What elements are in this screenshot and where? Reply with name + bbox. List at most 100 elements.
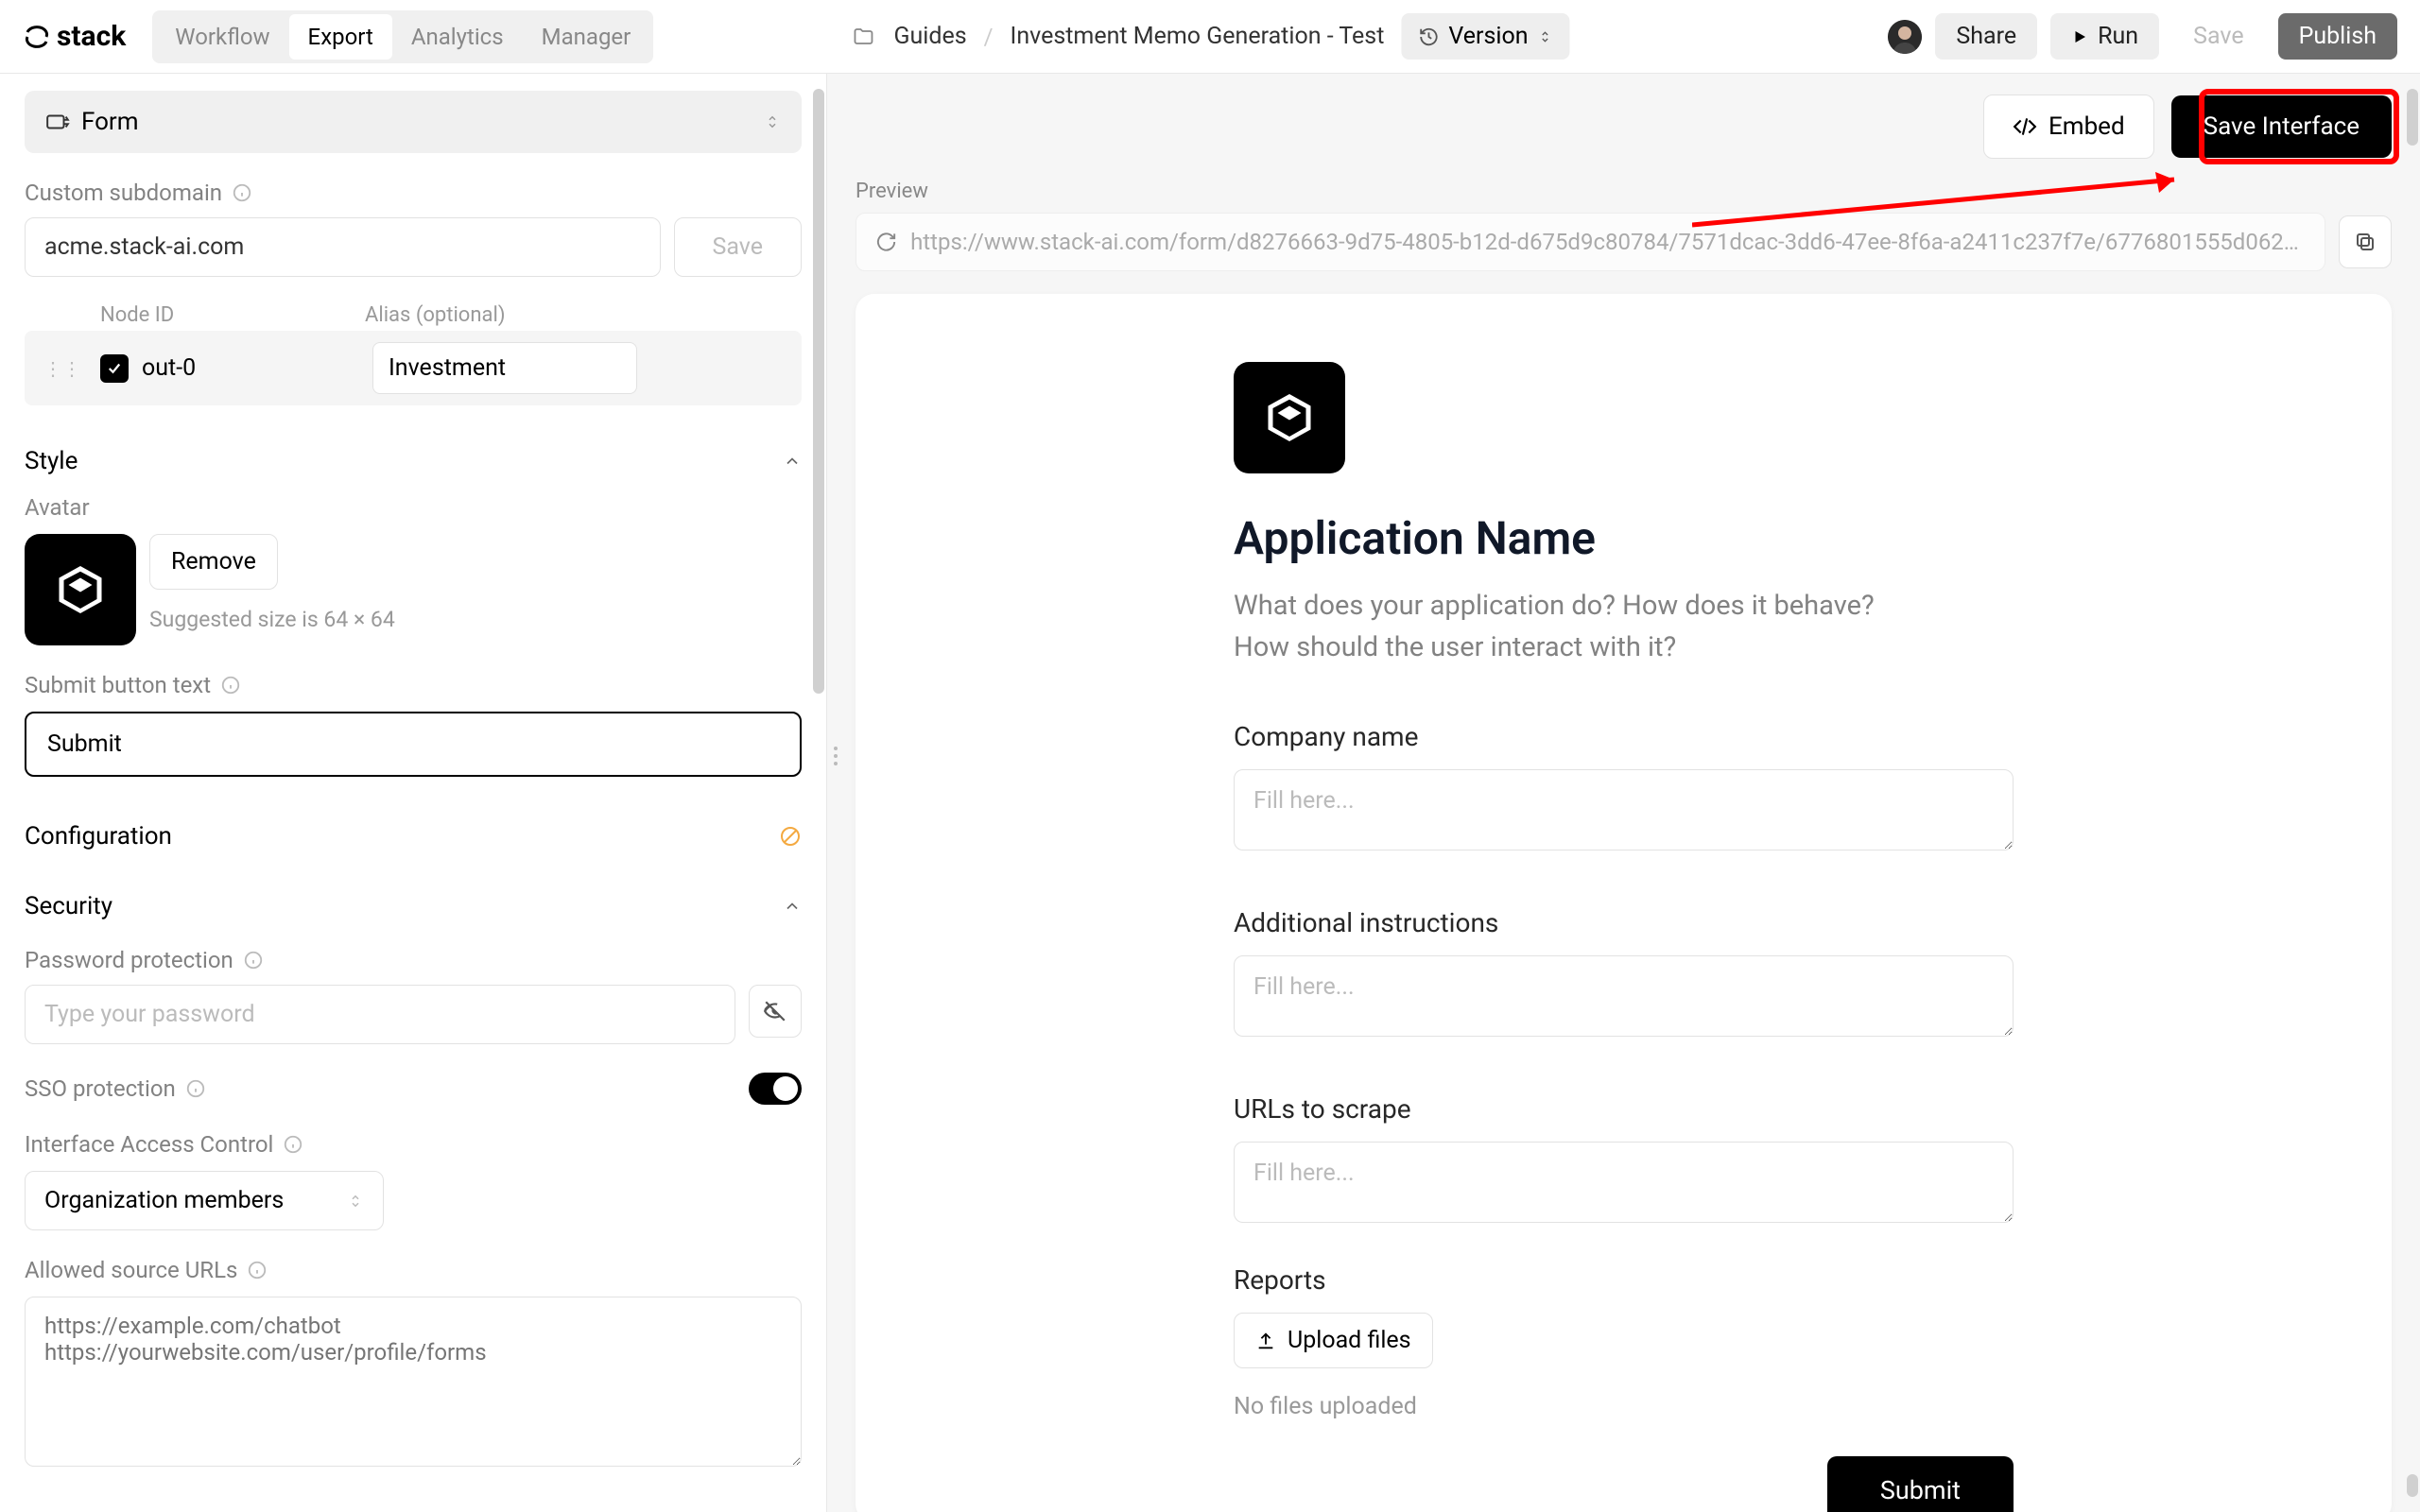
custom-subdomain-label: Custom subdomain (25, 180, 802, 206)
logo: stack (23, 20, 126, 53)
alias-input[interactable] (372, 342, 637, 394)
preview-url-bar: https://www.stack-ai.com/form/d8276663-9… (856, 213, 2325, 271)
folder-icon (850, 26, 876, 48)
info-icon (283, 1134, 303, 1155)
preview-url-text: https://www.stack-ai.com/form/d8276663-9… (910, 229, 2306, 255)
field-input-urls[interactable] (1234, 1142, 2014, 1223)
field-label-company: Company name (1234, 721, 2014, 752)
form-submit-button[interactable]: Submit (1827, 1456, 2014, 1512)
field-label-instructions: Additional instructions (1234, 907, 2014, 938)
field-input-instructions[interactable] (1234, 955, 2014, 1037)
chevron-updown-icon (764, 113, 781, 130)
form-type-select[interactable]: Form (25, 91, 802, 153)
password-input[interactable] (25, 985, 735, 1044)
form-select-label: Form (81, 108, 139, 136)
sso-row: SSO protection (25, 1073, 802, 1105)
copy-url-button[interactable] (2339, 215, 2392, 268)
action-bar: Embed Save Interface (827, 74, 2420, 180)
field-input-company[interactable] (1234, 769, 2014, 850)
configuration-label: Configuration (25, 822, 172, 850)
refresh-icon[interactable] (875, 231, 897, 253)
check-icon (106, 360, 123, 377)
run-button[interactable]: Run (2050, 13, 2159, 60)
chevron-up-icon (783, 452, 802, 471)
node-table-header: Node ID Alias (optional) (25, 296, 802, 331)
info-icon (185, 1078, 206, 1099)
avatar-hint: Suggested size is 64 × 64 (149, 607, 395, 632)
access-control-label: Interface Access Control (25, 1131, 802, 1158)
header-right: Share Run Save Publish (1888, 13, 2397, 60)
run-label: Run (2098, 23, 2138, 50)
breadcrumb: Guides / Investment Memo Generation - Te… (850, 13, 1569, 60)
save-interface-button[interactable]: Save Interface (2171, 95, 2392, 158)
logo-text: stack (57, 20, 126, 53)
node-checkbox[interactable] (100, 354, 129, 383)
subdomain-input[interactable] (25, 217, 661, 277)
preview-label: Preview (827, 180, 2420, 213)
style-section-header[interactable]: Style (25, 447, 802, 475)
subdomain-save-button[interactable]: Save (674, 217, 802, 277)
upload-label: Upload files (1288, 1327, 1411, 1354)
main-tabs: Workflow Export Analytics Manager (152, 10, 653, 63)
preview-title: Application Name (1234, 511, 2014, 565)
allowed-urls-textarea[interactable] (25, 1297, 802, 1467)
avatar-preview[interactable] (25, 534, 136, 645)
panel-splitter[interactable] (827, 737, 844, 775)
version-button[interactable]: Version (1401, 13, 1569, 60)
copy-icon (2354, 231, 2377, 253)
chevron-updown-icon (1538, 29, 1553, 44)
tab-manager[interactable]: Manager (523, 14, 650, 60)
save-button: Save (2172, 13, 2264, 60)
history-icon (1418, 26, 1439, 47)
submit-text-label: Submit button text (25, 672, 802, 698)
code-icon (2013, 114, 2037, 139)
cube-icon (1261, 389, 1318, 446)
breadcrumb-sep: / (984, 24, 994, 50)
access-control-value: Organization members (44, 1187, 284, 1214)
embed-button[interactable]: Embed (1983, 94, 2154, 159)
tab-workflow[interactable]: Workflow (156, 14, 288, 60)
user-avatar[interactable] (1888, 20, 1922, 54)
right-scrollbar[interactable] (2405, 89, 2418, 1497)
field-label-urls: URLs to scrape (1234, 1093, 2014, 1125)
node-row: ⋮⋮ out-0 (25, 331, 802, 405)
breadcrumb-title[interactable]: Investment Memo Generation - Test (1011, 23, 1385, 50)
password-protection-label: Password protection (25, 947, 802, 973)
node-table: Node ID Alias (optional) ⋮⋮ out-0 (25, 296, 802, 405)
info-icon (220, 675, 241, 696)
preview-frame: Application Name What does your applicat… (856, 294, 2392, 1512)
reports-label: Reports (1234, 1264, 2014, 1296)
sidebar-scrollbar[interactable] (813, 89, 824, 1474)
avatar-label: Avatar (25, 494, 802, 521)
preview-avatar (1234, 362, 1345, 473)
breadcrumb-folder[interactable]: Guides (893, 23, 966, 50)
publish-button[interactable]: Publish (2278, 13, 2397, 60)
form-icon (45, 110, 70, 134)
tab-analytics[interactable]: Analytics (392, 14, 523, 60)
share-button[interactable]: Share (1935, 13, 2037, 60)
submit-text-input[interactable] (25, 712, 802, 777)
sso-toggle[interactable] (749, 1073, 802, 1105)
version-label: Version (1448, 23, 1528, 50)
preview-description: What does your application do? How does … (1234, 586, 1895, 668)
right-panel: Embed Save Interface Preview https://www… (827, 74, 2420, 1512)
access-control-select[interactable]: Organization members (25, 1171, 384, 1230)
info-icon (247, 1260, 268, 1280)
chevron-updown-icon (347, 1193, 364, 1210)
embed-label: Embed (2048, 112, 2125, 141)
configuration-row[interactable]: Configuration (25, 822, 802, 850)
sso-label: SSO protection (25, 1075, 206, 1102)
node-id-header: Node ID (100, 303, 365, 327)
prohibit-icon (779, 825, 802, 848)
toggle-password-visibility[interactable] (749, 985, 802, 1038)
security-section-header[interactable]: Security (25, 892, 802, 920)
tab-export[interactable]: Export (289, 14, 392, 60)
upload-files-button[interactable]: Upload files (1234, 1313, 1433, 1368)
drag-handle-icon[interactable]: ⋮⋮ (38, 357, 87, 380)
upload-icon (1255, 1331, 1276, 1351)
eye-off-icon (763, 999, 787, 1023)
cube-icon (52, 561, 109, 618)
remove-avatar-button[interactable]: Remove (149, 534, 278, 590)
no-files-text: No files uploaded (1234, 1393, 2014, 1420)
sidebar: Form Custom subdomain Save Node ID Alias… (0, 74, 827, 1512)
